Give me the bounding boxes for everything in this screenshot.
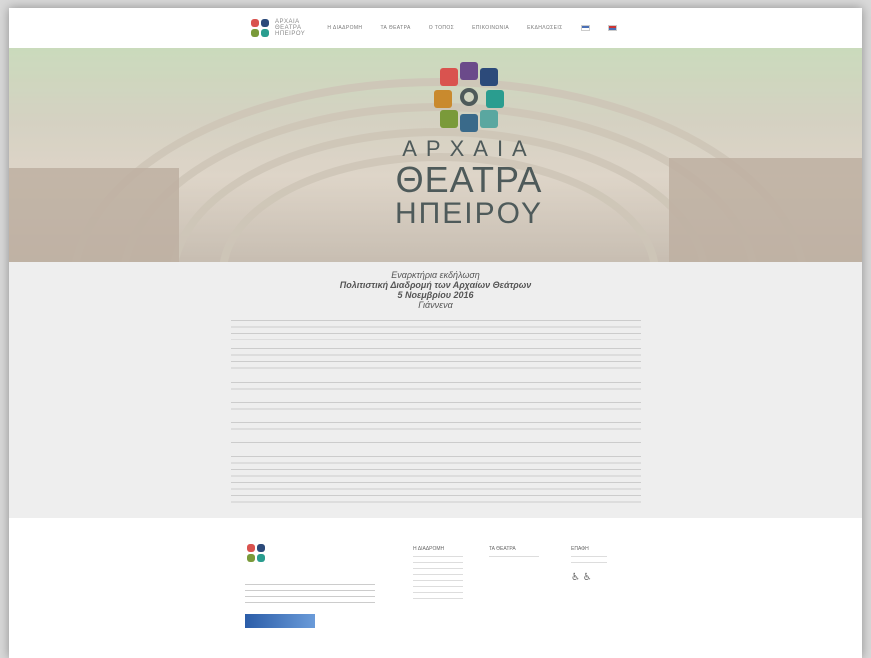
footer-column-title: Η ΔΙΑΔΡΟΜΗ xyxy=(413,546,445,552)
announcement-section: Εναρκτήρια εκδήλωση Πολιτιστική Διαδρομή… xyxy=(9,262,862,518)
site-logo[interactable]: ΑΡΧΑΙΑ ΘΕΑΤΡΑ ΗΠΕΙΡΟΥ xyxy=(249,17,305,39)
footer-logo-icon[interactable] xyxy=(245,542,267,564)
footer-column-route: Η ΔΙΑΔΡΟΜΗ xyxy=(413,546,463,604)
hero-banner: ΑΡΧΑΙΑ ΘΕΑΤΡΑ ΗΠΕΙΡΟΥ xyxy=(9,48,862,262)
announcement-line-2: Πολιτιστική Διαδρομή των Αρχαίων Θεάτρων xyxy=(339,280,532,290)
nav-item-events[interactable]: ΕΚΔΗΛΩΣΕΙΣ xyxy=(527,25,563,31)
footer-column-theatres: ΤΑ ΘΕΑΤΡΑ xyxy=(489,546,539,562)
footer-description xyxy=(245,584,375,608)
greek-flag-icon[interactable] xyxy=(580,25,590,31)
top-navigation: ΑΡΧΑΙΑ ΘΕΑΤΡΑ ΗΠΕΙΡΟΥ Η ΔΙΑΔΡΟΜΗ ΤΑ ΘΕΑΤ… xyxy=(9,8,862,48)
logo-mark-icon xyxy=(249,17,271,39)
hero-logo: ΑΡΧΑΙΑ ΘΕΑΤΡΑ ΗΠΕΙΡΟΥ xyxy=(369,62,569,230)
hero-title-line-3: ΗΠΕΙΡΟΥ xyxy=(394,197,544,230)
announcement-line-3: 5 Νοεμβρίου 2016 xyxy=(397,290,474,300)
hero-title-line-2: ΘΕΑΤΡΑ xyxy=(395,159,543,200)
logo-mark-icon xyxy=(434,62,504,132)
main-menu: Η ΔΙΑΔΡΟΜΗ ΤΑ ΘΕΑΤΡΑ Ο ΤΟΠΟΣ ΕΠΙΚΟΙΝΩΝΙΑ… xyxy=(327,25,617,31)
nav-item-route[interactable]: Η ΔΙΑΔΡΟΜΗ xyxy=(327,25,362,31)
announcement-line-4: Γιάννενα xyxy=(418,300,453,310)
nav-item-contact[interactable]: ΕΠΙΚΟΙΝΩΝΙΑ xyxy=(472,25,509,31)
english-flag-icon[interactable] xyxy=(607,25,617,31)
browser-frame: ΑΡΧΑΙΑ ΘΕΑΤΡΑ ΗΠΕΙΡΟΥ Η ΔΙΑΔΡΟΜΗ ΤΑ ΘΕΑΤ… xyxy=(9,8,862,658)
nav-item-theatres[interactable]: ΤΑ ΘΕΑΤΡΑ xyxy=(380,25,410,31)
accessibility-icon: ♿︎ ♿︎ xyxy=(571,572,592,583)
footer-column-title: ΕΠΑΦΗ xyxy=(571,546,589,552)
footer: Η ΔΙΑΔΡΟΜΗ ΤΑ ΘΕΑΤΡΑ ΕΠΑΦΗ ♿︎ ♿︎ xyxy=(9,518,862,658)
footer-column-title: ΤΑ ΘΕΑΤΡΑ xyxy=(489,546,516,552)
sponsor-logo[interactable] xyxy=(245,614,315,628)
footer-column-contact: ΕΠΑΦΗ ♿︎ ♿︎ xyxy=(571,546,607,583)
announcement-line-1: Εναρκτήρια εκδήλωση xyxy=(391,270,480,280)
nav-item-place[interactable]: Ο ΤΟΠΟΣ xyxy=(429,25,454,31)
logo-line-3: ΗΠΕΙΡΟΥ xyxy=(275,31,306,37)
announcement-body xyxy=(230,320,641,506)
